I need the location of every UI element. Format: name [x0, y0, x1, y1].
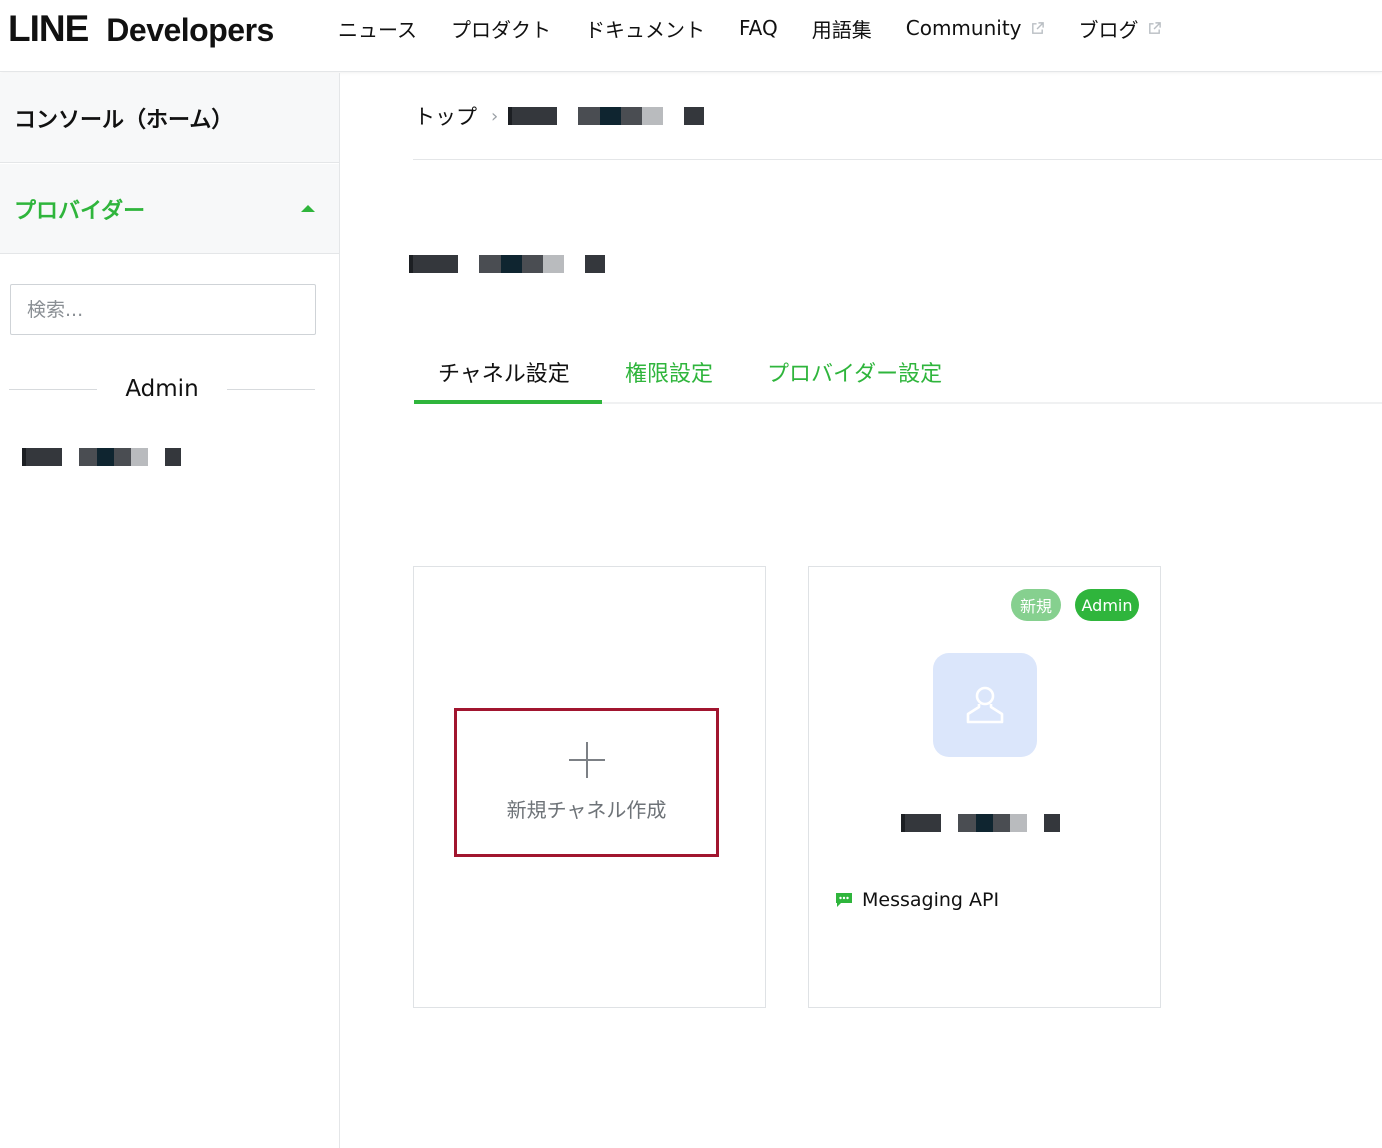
nav-item-news[interactable]: ニュース — [338, 14, 417, 43]
nav-item-faq[interactable]: FAQ — [739, 16, 778, 40]
divider-line — [226, 388, 315, 390]
channel-avatar — [933, 653, 1037, 757]
create-channel-card: 新規チャネル作成 — [413, 566, 766, 1008]
external-link-icon — [1148, 21, 1161, 34]
breadcrumb-current-provider — [508, 107, 704, 125]
nav-label: ブログ — [1078, 17, 1139, 42]
sidebar-console-home[interactable]: コンソール（ホーム） — [0, 73, 339, 163]
sidebar-provider-toggle[interactable]: プロバイダー — [0, 164, 339, 254]
tab-permission-settings[interactable]: 権限設定 — [625, 342, 713, 402]
tab-provider-settings[interactable]: プロバイダー設定 — [767, 342, 942, 402]
plus-icon — [568, 742, 605, 778]
external-link-icon — [1031, 21, 1044, 34]
admin-badge: Admin — [1075, 589, 1139, 621]
provider-title — [409, 255, 605, 273]
breadcrumb-separator: › — [491, 105, 499, 127]
main-nav: ニュース プロダクト ドキュメント FAQ 用語集 Community ブログ — [338, 12, 1196, 44]
channel-type: Messaging API — [835, 889, 999, 911]
user-icon — [966, 686, 1004, 724]
nav-label: プロダクト — [451, 17, 551, 42]
nav-label: FAQ — [739, 16, 778, 40]
nav-item-glossary[interactable]: 用語集 — [812, 14, 872, 43]
caret-up-icon — [301, 205, 315, 212]
sidebar-provider-label: プロバイダー — [14, 198, 146, 224]
logo-line-text: LINE — [8, 8, 89, 49]
nav-item-community[interactable]: Community — [906, 16, 1045, 40]
line-developers-logo[interactable]: LINE Developers — [8, 8, 274, 49]
channel-type-label: Messaging API — [862, 889, 1000, 911]
admin-section-heading: Admin — [9, 369, 315, 409]
divider-line — [9, 388, 98, 390]
sidebar: コンソール（ホーム） プロバイダー Admin — [0, 73, 340, 1148]
nav-item-documents[interactable]: ドキュメント — [585, 14, 705, 43]
new-badge: 新規 — [1011, 589, 1061, 621]
nav-label: 用語集 — [811, 17, 872, 42]
nav-item-products[interactable]: プロダクト — [451, 14, 551, 43]
nav-label: Community — [905, 16, 1022, 40]
chat-bubble-icon — [836, 893, 852, 907]
channel-card[interactable]: 新規 Admin Messaging API — [808, 566, 1161, 1008]
provider-tabs: チャネル設定 権限設定 プロバイダー設定 — [414, 342, 1382, 404]
nav-item-blog[interactable]: ブログ — [1079, 14, 1162, 43]
create-new-channel-label: 新規チャネル作成 — [506, 798, 667, 822]
tab-channel-settings[interactable]: チャネル設定 — [438, 342, 570, 402]
breadcrumb-top-link[interactable]: トップ — [414, 101, 477, 131]
breadcrumb: トップ › — [414, 100, 498, 132]
nav-label: ドキュメント — [585, 17, 705, 42]
sidebar-provider-item[interactable] — [22, 448, 181, 466]
nav-label: ニュース — [338, 17, 417, 42]
create-new-channel-button[interactable]: 新規チャネル作成 — [454, 708, 719, 857]
breadcrumb-divider — [413, 159, 1382, 160]
active-tab-indicator — [414, 400, 602, 404]
admin-heading-text: Admin — [125, 376, 199, 402]
provider-search-input[interactable] — [10, 284, 316, 335]
logo-developers-text: Developers — [106, 12, 274, 48]
top-header: LINE Developers ニュース プロダクト ドキュメント FAQ 用語… — [0, 0, 1382, 72]
channel-name — [901, 814, 1060, 832]
